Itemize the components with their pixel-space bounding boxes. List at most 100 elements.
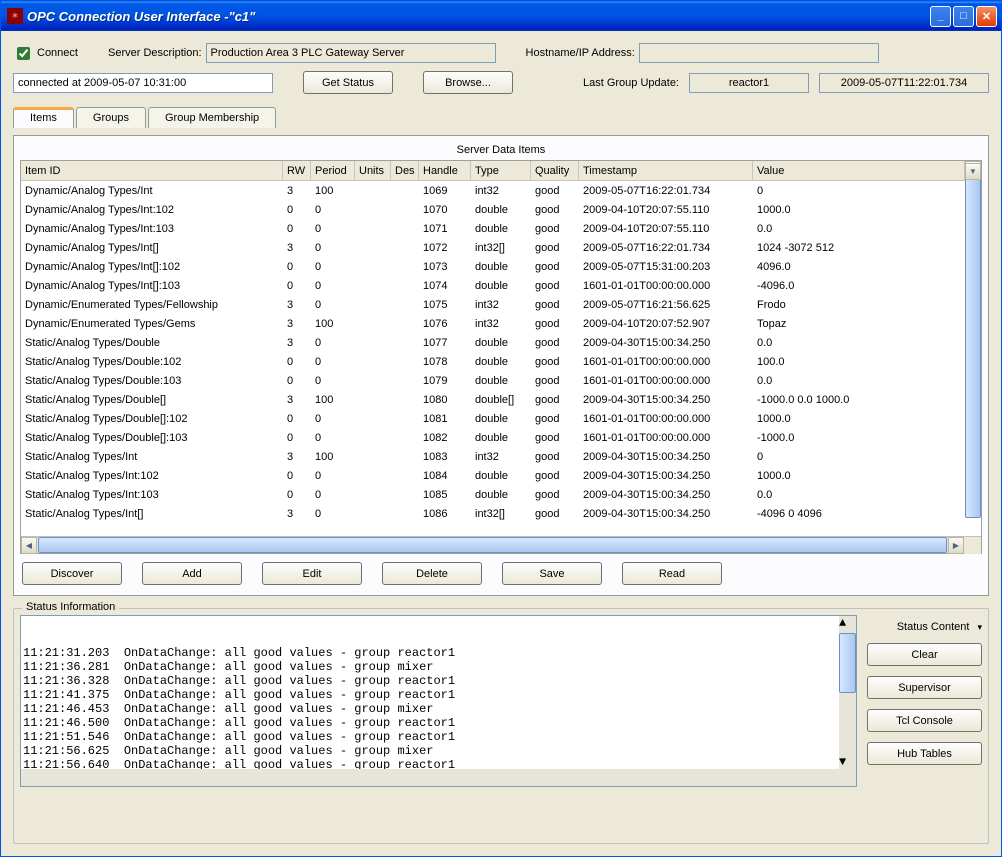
log-hscroll[interactable]: ▶ <box>21 769 856 786</box>
cell-type: double <box>471 356 531 368</box>
col-value[interactable]: Value <box>753 161 981 180</box>
col-handle[interactable]: Handle <box>419 161 471 180</box>
cell-type: double <box>471 432 531 444</box>
status-content-dropdown[interactable]: Status Content <box>867 621 982 633</box>
get-status-button[interactable]: Get Status <box>303 71 393 94</box>
cell-rw: 3 <box>283 185 311 197</box>
cell-id: Static/Analog Types/Int <box>21 451 283 463</box>
col-rw[interactable]: RW <box>283 161 311 180</box>
log-scroll-down-icon[interactable]: ▼ <box>839 755 846 769</box>
cell-val: 1024 -3072 512 <box>753 242 981 254</box>
col-type[interactable]: Type <box>471 161 531 180</box>
log-vscroll[interactable]: ▲ ▼ <box>839 616 856 769</box>
col-des[interactable]: Des <box>391 161 419 180</box>
col-timestamp[interactable]: Timestamp <box>579 161 753 180</box>
cell-period: 0 <box>311 261 355 273</box>
cell-rw: 0 <box>283 375 311 387</box>
table-row[interactable]: Static/Analog Types/Int:102001084doubleg… <box>21 466 981 485</box>
save-button[interactable]: Save <box>502 562 602 585</box>
connect-checkbox-wrap[interactable]: Connect <box>13 44 78 63</box>
add-button[interactable]: Add <box>142 562 242 585</box>
col-period[interactable]: Period <box>311 161 355 180</box>
maximize-button[interactable]: □ <box>953 6 974 27</box>
tcl-console-button[interactable]: Tcl Console <box>867 709 982 732</box>
table-row[interactable]: Static/Analog Types/Int:103001085doubleg… <box>21 485 981 504</box>
cell-quality: good <box>531 185 579 197</box>
table-row[interactable]: Dynamic/Enumerated Types/Gems31001076int… <box>21 314 981 333</box>
tab-items[interactable]: Items <box>13 107 74 128</box>
cell-quality: good <box>531 242 579 254</box>
status-side-panel: Status Content Clear Supervisor Tcl Cons… <box>867 615 982 837</box>
col-units[interactable]: Units <box>355 161 391 180</box>
tab-groups[interactable]: Groups <box>76 107 146 128</box>
connect-checkbox[interactable] <box>17 47 30 60</box>
cell-val: 1000.0 <box>753 204 981 216</box>
cell-handle: 1071 <box>419 223 471 235</box>
connection-status-field[interactable] <box>13 73 273 93</box>
hub-tables-button[interactable]: Hub Tables <box>867 742 982 765</box>
col-quality[interactable]: Quality <box>531 161 579 180</box>
table-row[interactable]: Static/Analog Types/Double:102001078doub… <box>21 352 981 371</box>
scroll-down-icon[interactable]: ▼ <box>965 163 981 180</box>
table-row[interactable]: Static/Analog Types/Double301077doublego… <box>21 333 981 352</box>
cell-id: Static/Analog Types/Int[] <box>21 508 283 520</box>
cell-handle: 1077 <box>419 337 471 349</box>
table-row[interactable]: Dynamic/Analog Types/Int:102001070double… <box>21 200 981 219</box>
read-button[interactable]: Read <box>622 562 722 585</box>
table-row[interactable]: Static/Analog Types/Double[]:103001082do… <box>21 428 981 447</box>
table-hscroll[interactable]: ◀ ▶ <box>21 536 981 553</box>
edit-button[interactable]: Edit <box>262 562 362 585</box>
col-item-id[interactable]: Item ID <box>21 161 283 180</box>
cell-quality: good <box>531 413 579 425</box>
cell-period: 0 <box>311 432 355 444</box>
tab-group-membership[interactable]: Group Membership <box>148 107 276 128</box>
table-row[interactable]: Dynamic/Analog Types/Int[]:102001073doub… <box>21 257 981 276</box>
cell-ts: 2009-04-30T15:00:34.250 <box>579 394 753 406</box>
cell-type: int32 <box>471 318 531 330</box>
table-title: Server Data Items <box>20 142 982 160</box>
status-log[interactable]: 11:21:31.203 OnDataChange: all good valu… <box>20 615 857 787</box>
cell-type: int32 <box>471 299 531 311</box>
cell-handle: 1080 <box>419 394 471 406</box>
table-row[interactable]: Static/Analog Types/Double:103001079doub… <box>21 371 981 390</box>
cell-rw: 3 <box>283 318 311 330</box>
cell-type: int32[] <box>471 242 531 254</box>
log-scroll-thumb[interactable] <box>839 633 856 693</box>
clear-button[interactable]: Clear <box>867 643 982 666</box>
cell-val: 0.0 <box>753 489 981 501</box>
titlebar[interactable]: ✶ OPC Connection User Interface -"c1" _ … <box>1 1 1001 31</box>
delete-button[interactable]: Delete <box>382 562 482 585</box>
cell-id: Static/Analog Types/Int:102 <box>21 470 283 482</box>
cell-handle: 1076 <box>419 318 471 330</box>
table-row[interactable]: Dynamic/Analog Types/Int31001069int32goo… <box>21 181 981 200</box>
table-row[interactable]: Static/Analog Types/Double[]:102001081do… <box>21 409 981 428</box>
table-row[interactable]: Static/Analog Types/Double[]31001080doub… <box>21 390 981 409</box>
cell-handle: 1079 <box>419 375 471 387</box>
browse-button[interactable]: Browse... <box>423 71 513 94</box>
cell-val: 100.0 <box>753 356 981 368</box>
scroll-right-icon[interactable]: ▶ <box>948 537 964 554</box>
table-row[interactable]: Dynamic/Analog Types/Int:103001071double… <box>21 219 981 238</box>
hscroll-thumb[interactable] <box>38 537 947 553</box>
table-row[interactable]: Dynamic/Analog Types/Int[]:103001074doub… <box>21 276 981 295</box>
cell-handle: 1075 <box>419 299 471 311</box>
table-row[interactable]: Static/Analog Types/Int[]301086int32[]go… <box>21 504 981 523</box>
content-area: Connect Server Description: Production A… <box>1 31 1001 856</box>
close-button[interactable]: ✕ <box>976 6 997 27</box>
cell-rw: 3 <box>283 242 311 254</box>
cell-period: 100 <box>311 451 355 463</box>
minimize-button[interactable]: _ <box>930 6 951 27</box>
cell-period: 100 <box>311 394 355 406</box>
cell-val: 0.0 <box>753 375 981 387</box>
table-row[interactable]: Dynamic/Enumerated Types/Fellowship30107… <box>21 295 981 314</box>
cell-ts: 2009-05-07T16:22:01.734 <box>579 185 753 197</box>
table-vscroll[interactable]: ▲ ▼ <box>964 161 981 180</box>
discover-button[interactable]: Discover <box>22 562 122 585</box>
cell-rw: 3 <box>283 394 311 406</box>
supervisor-button[interactable]: Supervisor <box>867 676 982 699</box>
table-row[interactable]: Static/Analog Types/Int31001083int32good… <box>21 447 981 466</box>
log-scroll-up-icon[interactable]: ▲ <box>839 616 846 630</box>
table-row[interactable]: Dynamic/Analog Types/Int[]301072int32[]g… <box>21 238 981 257</box>
scroll-left-icon[interactable]: ◀ <box>21 537 37 554</box>
cell-period: 0 <box>311 223 355 235</box>
